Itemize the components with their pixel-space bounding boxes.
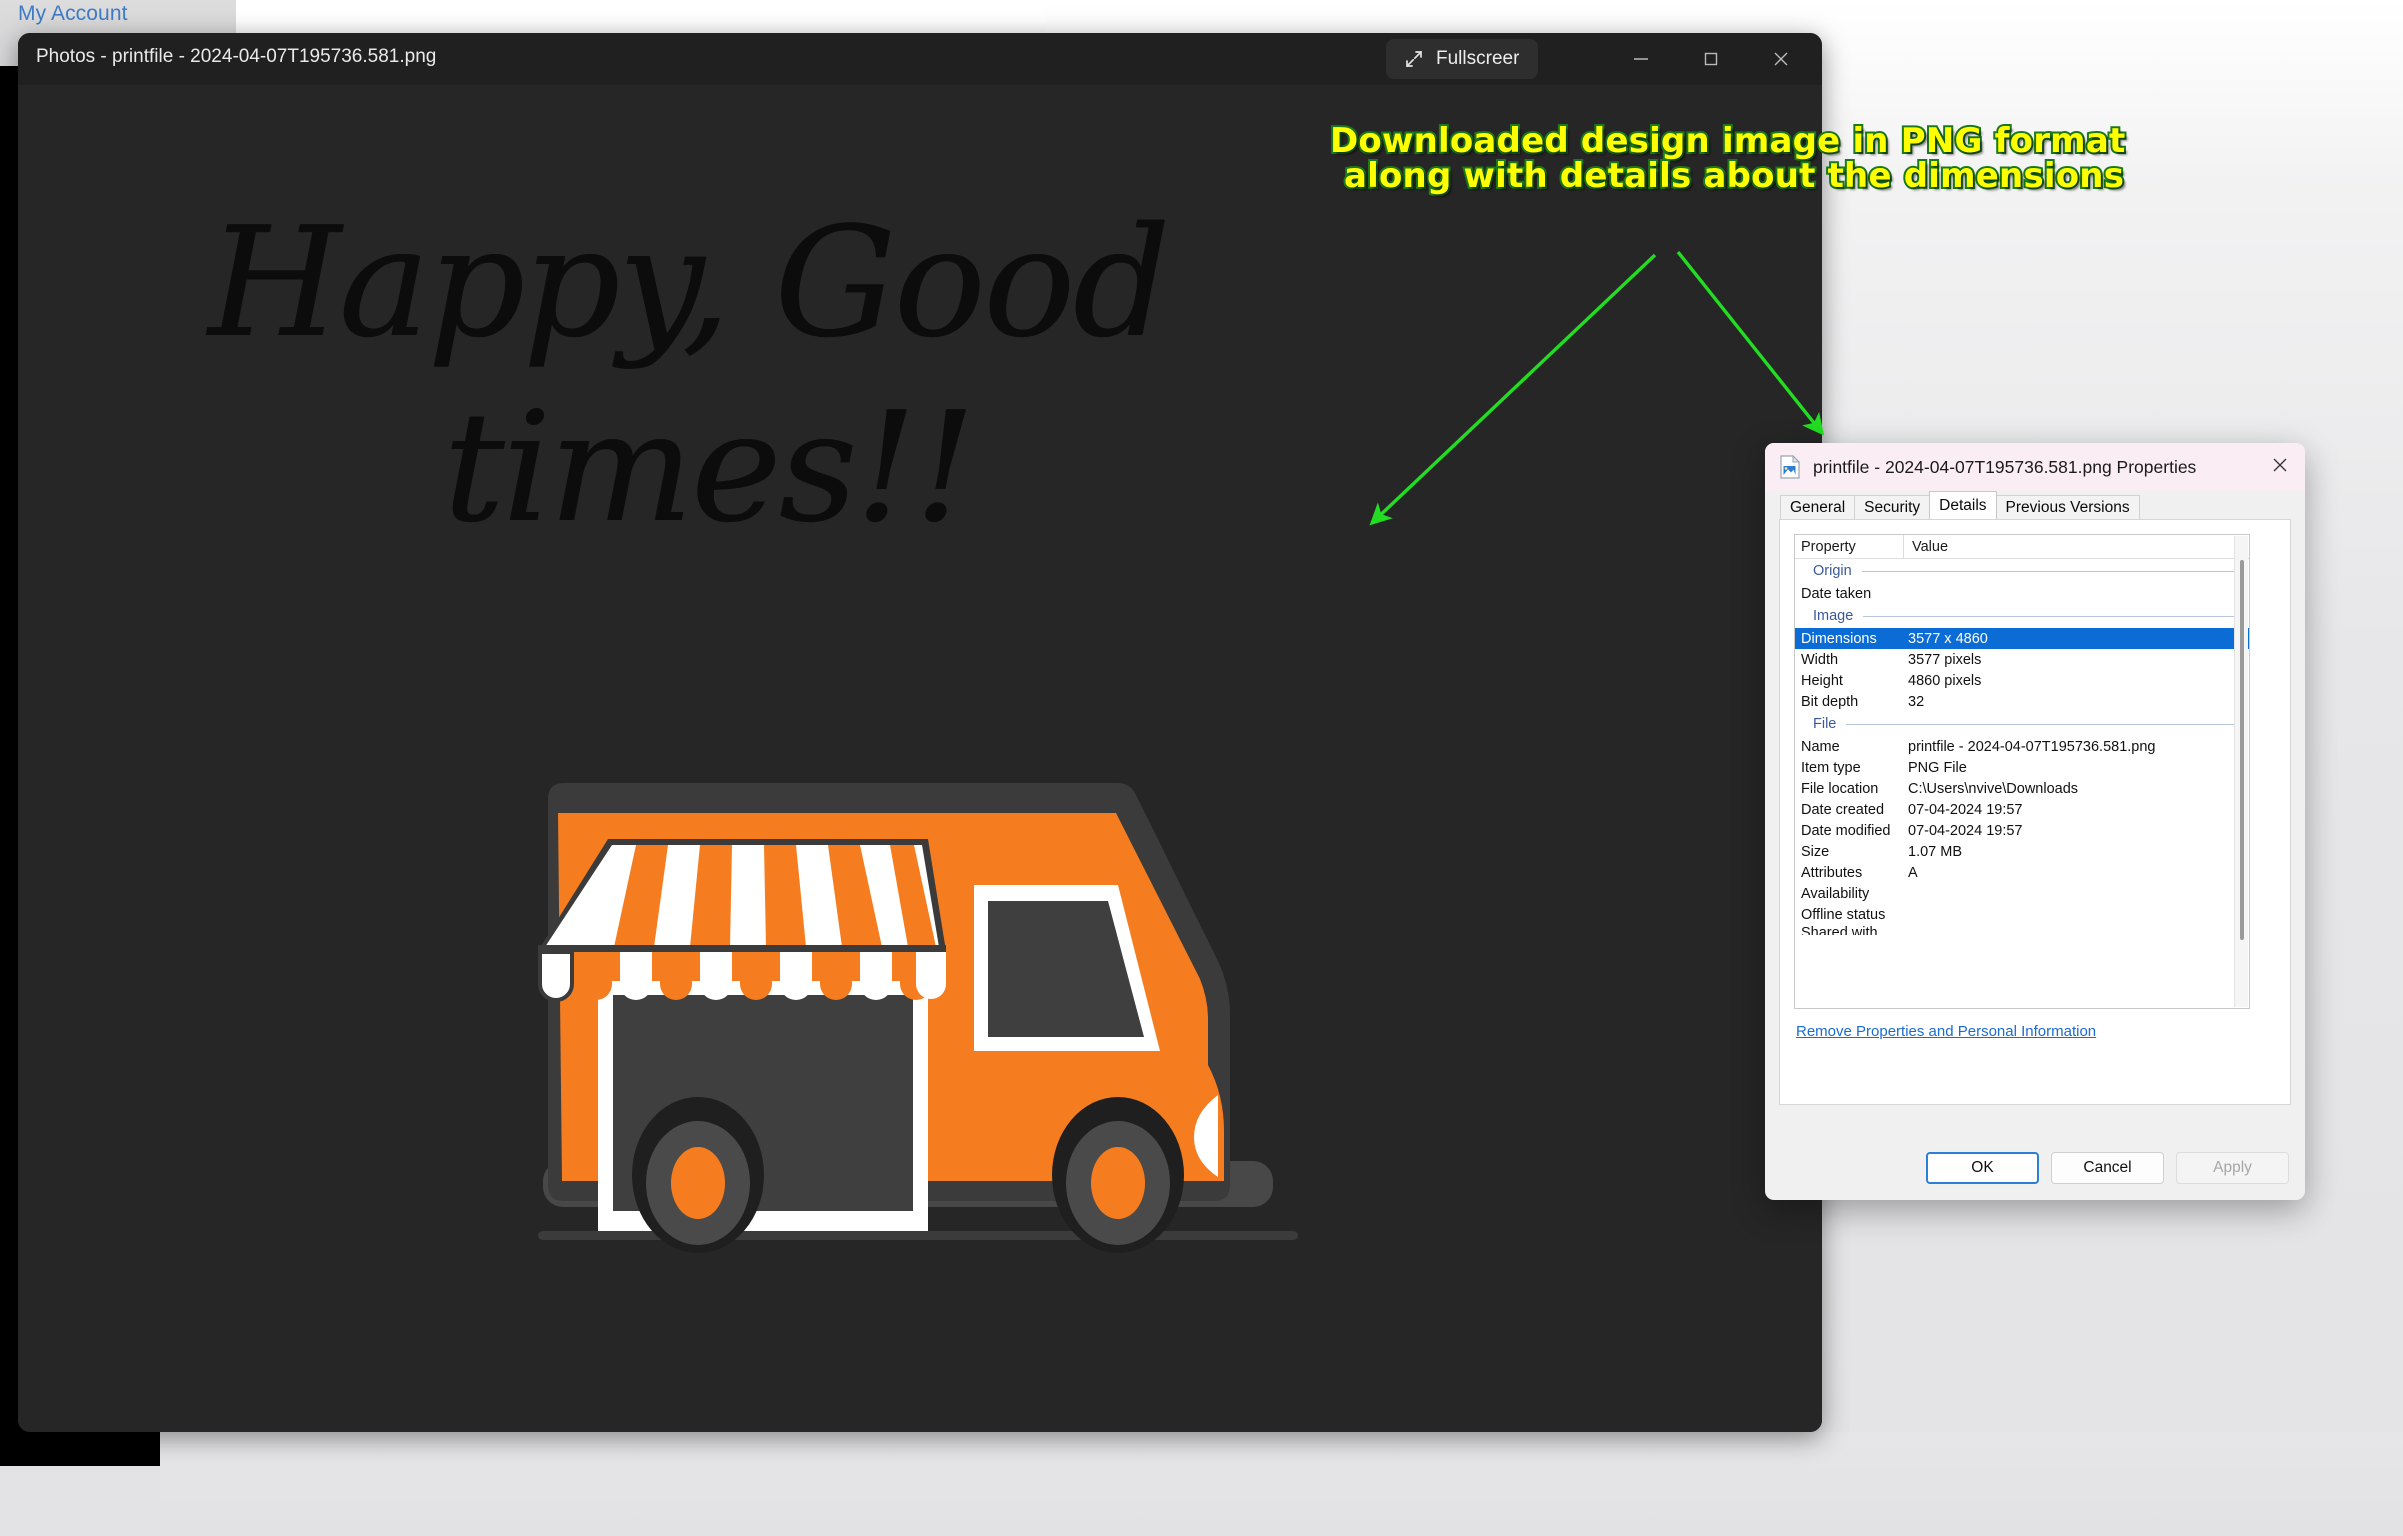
properties-dialog-title: printfile - 2024-04-07T195736.581.png Pr… [1813, 456, 2197, 477]
dialog-button-row: OK Cancel Apply [1926, 1152, 2289, 1184]
property-name: File location [1801, 780, 1879, 797]
group-divider [1863, 615, 2243, 617]
property-value: 3577 pixels [1908, 651, 1982, 668]
property-row[interactable]: Item type PNG File [1795, 757, 2249, 778]
property-name: Bit depth [1801, 693, 1859, 710]
minimize-icon [1630, 48, 1652, 70]
group-divider [1861, 570, 2243, 572]
property-row[interactable]: Bit depth 32 [1795, 691, 2249, 712]
property-value: 4860 pixels [1908, 672, 1982, 689]
property-value: PNG File [1908, 759, 1967, 776]
properties-rows-container: Origin Date taken Image Dimensions 3577 x 48… [1795, 559, 2249, 935]
property-row[interactable]: Attributes A [1795, 862, 2249, 883]
bottom-background-band [160, 1432, 2403, 1536]
maximize-button[interactable] [1680, 39, 1742, 79]
details-tab-panel: Property Value Origin Date taken Image Dime… [1779, 519, 2291, 1105]
ok-button[interactable]: OK [1926, 1152, 2039, 1184]
property-row[interactable]: Dimensions 3577 x 4860 [1795, 628, 2249, 649]
close-icon [1770, 48, 1792, 70]
png-file-icon [1779, 454, 1801, 479]
property-name: Attributes [1801, 864, 1863, 881]
file-properties-dialog: printfile - 2024-04-07T195736.581.png Pr… [1765, 443, 2305, 1200]
remove-properties-link[interactable]: Remove Properties and Personal Informati… [1796, 1023, 2096, 1040]
photos-titlebar: Photos - printfile - 2024-04-07T195736.5… [18, 33, 1822, 85]
property-name: Shared with [1801, 925, 1878, 935]
property-value: C:\Users\nvive\Downloads [1908, 780, 2079, 797]
property-name: Name [1801, 738, 1840, 755]
photo-viewer-canvas: Happy, Good times!! [18, 85, 1822, 1432]
property-row[interactable]: Name printfile - 2024-04-07T195736.581.pn… [1795, 736, 2249, 757]
cancel-button[interactable]: Cancel [2051, 1152, 2164, 1184]
design-script-line-1: Happy, Good [208, 194, 1170, 371]
apply-button: Apply [2176, 1152, 2289, 1184]
property-row[interactable]: Offline status [1795, 904, 2249, 925]
property-group-label: File [1813, 716, 1837, 732]
property-name: Width [1801, 651, 1839, 668]
property-row[interactable]: Height 4860 pixels [1795, 670, 2249, 691]
property-name: Date taken [1801, 585, 1872, 602]
properties-close-button[interactable] [2255, 443, 2305, 491]
fullscreen-button[interactable]: Fullscreer [1386, 39, 1538, 79]
properties-tabstrip: General Security Details Previous Versio… [1765, 491, 2305, 519]
property-name: Date modified [1801, 822, 1891, 839]
property-name: Offline status [1801, 906, 1886, 923]
property-value: 07-04-2024 19:57 [1908, 822, 2023, 839]
property-name: Date created [1801, 801, 1885, 818]
property-name: Dimensions [1801, 630, 1877, 647]
property-row[interactable]: Size 1.07 MB [1795, 841, 2249, 862]
column-header-property: Property [1801, 538, 1856, 555]
photos-window-title: Photos - printfile - 2024-04-07T195736.5… [36, 46, 437, 67]
scrollbar-thumb[interactable] [2240, 560, 2244, 940]
property-value: 07-04-2024 19:57 [1908, 801, 2023, 818]
property-row[interactable]: Date created 07-04-2024 19:57 [1795, 799, 2249, 820]
minimize-button[interactable] [1610, 39, 1672, 79]
close-window-button[interactable] [1750, 39, 1812, 79]
design-script-text: Happy, Good times!! [18, 205, 1358, 545]
property-row[interactable]: Date modified 07-04-2024 19:57 [1795, 820, 2249, 841]
properties-scrollbar[interactable] [2234, 536, 2248, 1007]
property-group-label: Image [1813, 608, 1854, 624]
tab-previous-versions[interactable]: Previous Versions [1995, 495, 2140, 519]
property-name: Availability [1801, 885, 1870, 902]
tab-security[interactable]: Security [1854, 495, 1931, 519]
property-value: printfile - 2024-04-07T195736.581.png [1908, 738, 2156, 755]
property-row[interactable]: Availability [1795, 883, 2249, 904]
property-value: 1.07 MB [1908, 843, 1962, 860]
property-row[interactable]: Width 3577 pixels [1795, 649, 2249, 670]
fullscreen-button-label: Fullscreer [1436, 48, 1520, 69]
column-header-value: Value [1903, 535, 2249, 559]
properties-list-header: Property Value [1795, 535, 2249, 559]
expand-arrows-icon [1404, 49, 1424, 69]
property-name: Item type [1801, 759, 1861, 776]
property-value: 32 [1908, 693, 1925, 710]
maximize-icon [1700, 48, 1722, 70]
property-name: Height [1801, 672, 1843, 689]
property-value: A [1908, 864, 1918, 881]
my-account-link[interactable]: My Account [18, 2, 128, 26]
property-group-header: Origin [1795, 559, 2249, 583]
property-group-header: File [1795, 712, 2249, 736]
property-name: Size [1801, 843, 1830, 860]
tab-general[interactable]: General [1780, 495, 1856, 519]
property-group-header: Image [1795, 604, 2249, 628]
property-group-label: Origin [1813, 563, 1852, 579]
property-value: 3577 x 4860 [1908, 630, 1988, 647]
property-row[interactable]: Date taken [1795, 583, 2249, 604]
group-divider [1846, 723, 2243, 725]
properties-list[interactable]: Property Value Origin Date taken Image Dime… [1794, 534, 2250, 1009]
tab-details[interactable]: Details [1929, 491, 1997, 519]
photos-window: Photos - printfile - 2024-04-07T195736.5… [18, 33, 1822, 1432]
food-truck-illustration [538, 783, 1298, 1253]
property-row[interactable]: File location C:\Users\nvive\Downloads [1795, 778, 2249, 799]
properties-titlebar: printfile - 2024-04-07T195736.581.png Pr… [1765, 443, 2305, 491]
design-script-line-2: times!! [443, 379, 975, 557]
property-row[interactable]: Shared with [1795, 925, 2249, 935]
close-icon [2271, 456, 2289, 479]
